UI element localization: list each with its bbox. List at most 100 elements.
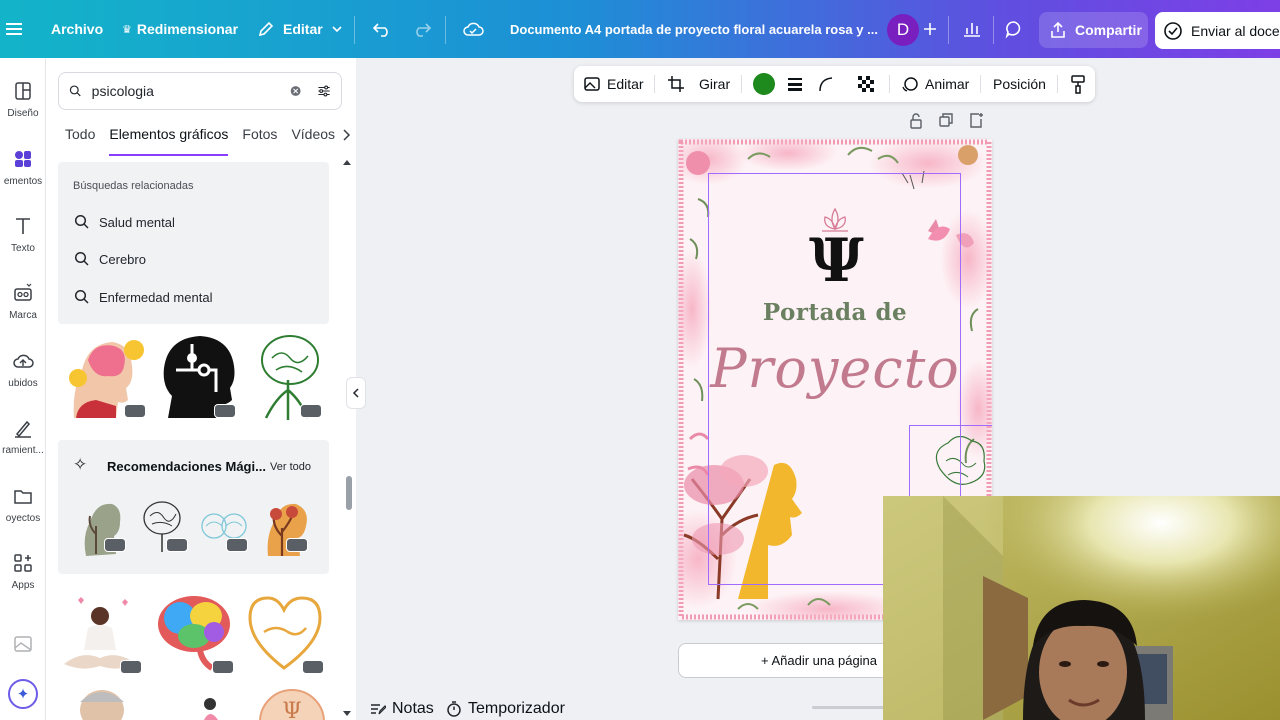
premium-badge	[212, 660, 234, 674]
recommendation-thumbnail[interactable]	[76, 496, 128, 558]
share-icon	[1051, 21, 1065, 38]
notes-button[interactable]: Notas	[370, 700, 434, 718]
divider	[445, 16, 446, 44]
rail-item-elements[interactable]: ementos	[0, 148, 46, 187]
chevron-right-icon[interactable]	[341, 128, 351, 142]
search-box[interactable]	[58, 72, 342, 110]
rail-item-uploads[interactable]: ubidos	[0, 350, 46, 389]
lock-icon[interactable]	[908, 112, 924, 130]
tab-videos[interactable]: Vídeos	[291, 126, 335, 156]
recommendation-thumbnail[interactable]	[140, 496, 192, 558]
clear-icon[interactable]	[290, 83, 301, 99]
divider	[1057, 75, 1058, 93]
search-icon	[74, 214, 89, 229]
rail-item-apps[interactable]: Apps	[0, 552, 46, 591]
tab-all[interactable]: Todo	[65, 126, 95, 156]
page-title-proyecto[interactable]: Proyecto	[678, 337, 992, 400]
related-item[interactable]: Salud mental	[74, 214, 175, 230]
premium-badge	[124, 404, 146, 418]
psi-symbol[interactable]: Ψ	[809, 231, 864, 291]
search-icon	[74, 251, 89, 266]
graphic-thumbnail[interactable]	[248, 330, 332, 424]
animate-button[interactable]: Animar	[901, 66, 969, 102]
avatar[interactable]: D	[887, 14, 919, 46]
graphic-thumbnail[interactable]	[66, 686, 150, 720]
rail-item-text[interactable]: Texto	[0, 215, 46, 254]
see-all-link[interactable]: Ver todo	[270, 461, 311, 473]
border-style-icon[interactable]	[786, 66, 804, 102]
scroll-down-icon[interactable]	[342, 710, 352, 718]
cloud-saved-icon[interactable]	[462, 0, 484, 58]
elements-icon	[15, 151, 31, 167]
corner-radius-icon[interactable]	[817, 66, 835, 102]
text-icon	[16, 218, 30, 234]
menu-icon[interactable]	[5, 0, 23, 58]
svg-text:Ψ: Ψ	[282, 699, 301, 720]
related-item[interactable]: Cerebro	[74, 251, 146, 267]
crop-icon[interactable]	[667, 66, 685, 102]
divider	[948, 16, 949, 44]
document-title[interactable]: Documento A4 portada de proyecto floral …	[510, 22, 878, 37]
upload-icon	[13, 354, 34, 368]
tab-photos[interactable]: Fotos	[242, 126, 277, 156]
add-collaborator-icon[interactable]	[922, 0, 938, 58]
position-button[interactable]: Posición	[993, 66, 1046, 102]
recommendation-thumbnail[interactable]	[198, 496, 250, 558]
graphic-thumbnail[interactable]	[242, 588, 326, 682]
page-tools	[908, 112, 984, 130]
scroll-up-icon[interactable]	[342, 158, 352, 166]
folder-icon	[14, 490, 32, 504]
paint-format-icon[interactable]	[1069, 66, 1087, 102]
editar-button[interactable]: Editar	[257, 0, 343, 58]
undo-icon[interactable]	[372, 0, 392, 58]
magic-assistant-button[interactable]: ✦	[0, 679, 46, 709]
recommendation-thumbnail[interactable]	[260, 496, 312, 558]
insights-icon[interactable]	[962, 0, 982, 58]
timer-button[interactable]: Temporizador	[446, 700, 565, 718]
animate-icon	[902, 77, 918, 92]
search-input[interactable]	[91, 83, 272, 99]
tab-graphics[interactable]: Elementos gráficos	[109, 126, 229, 156]
duplicate-icon[interactable]	[938, 112, 954, 130]
elements-panel: Todo Elementos gráficos Fotos Vídeos Bús…	[46, 58, 356, 720]
graphic-thumbnail[interactable]	[64, 330, 148, 424]
related-item[interactable]: Enfermedad mental	[74, 289, 212, 305]
scrollbar-thumb[interactable]	[346, 476, 352, 510]
webcam-overlay	[883, 496, 1280, 720]
edit-image-button[interactable]: Editar	[583, 66, 644, 102]
sparkle-icon: ✦	[16, 686, 30, 703]
graphic-thumbnail[interactable]	[58, 588, 142, 682]
add-page-icon[interactable]	[968, 112, 984, 130]
collapse-panel-button[interactable]	[346, 377, 366, 409]
redimensionar-button[interactable]: ♛ Redimensionar	[122, 0, 238, 58]
add-page-button[interactable]: + Añadir una página	[678, 643, 908, 678]
image-edit-icon	[584, 77, 600, 91]
rotate-button[interactable]: Girar	[699, 66, 730, 102]
redo-icon[interactable]	[412, 0, 432, 58]
rail-item-projects[interactable]: oyectos	[0, 485, 46, 524]
scrollbar[interactable]	[342, 158, 352, 718]
zoom-slider[interactable]	[812, 706, 886, 709]
filter-icon[interactable]	[317, 82, 331, 100]
related-heading: Búsquedas relacionadas	[73, 180, 194, 192]
graphic-thumbnail[interactable]: Ψ	[258, 686, 342, 720]
graphics-grid	[58, 326, 329, 430]
premium-badge	[214, 404, 236, 418]
rail-item-design[interactable]: Diseño	[0, 80, 46, 119]
search-icon	[74, 289, 89, 304]
premium-badge	[226, 538, 248, 552]
transparency-icon[interactable]	[857, 66, 875, 102]
page-title-portada[interactable]: Portada de	[678, 299, 992, 326]
graphic-thumbnail[interactable]	[150, 588, 234, 682]
rail-item-extra[interactable]	[0, 633, 46, 655]
rail-item-tools[interactable]: ramient...	[0, 417, 46, 456]
send-to-teacher-button[interactable]: Enviar al docen	[1155, 12, 1280, 49]
comment-icon[interactable]	[1004, 0, 1024, 58]
brand-icon	[14, 283, 32, 301]
graphic-thumbnail[interactable]	[156, 330, 240, 424]
archivo-button[interactable]: Archivo	[51, 0, 103, 58]
color-swatch[interactable]	[753, 66, 775, 102]
rail-item-brand[interactable]: Marca	[0, 282, 46, 321]
timer-icon	[447, 701, 461, 717]
share-button[interactable]: Compartir	[1039, 12, 1148, 48]
